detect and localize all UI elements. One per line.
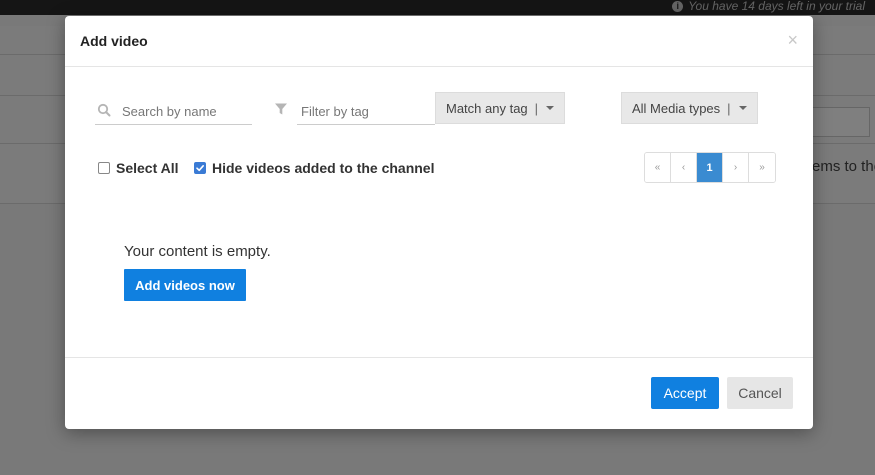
hide-added-option[interactable]: Hide videos added to the channel <box>194 160 434 176</box>
add-video-modal: Add video × Match any tag | All Media ty… <box>65 16 813 429</box>
check-icon <box>196 165 204 172</box>
search-icon <box>97 103 111 117</box>
dropdown-separator: | <box>727 100 731 116</box>
current-page-button[interactable]: 1 <box>697 153 723 182</box>
media-type-label: All Media types <box>632 100 721 116</box>
tag-filter-input[interactable] <box>301 100 431 122</box>
select-all-option[interactable]: Select All <box>98 160 179 176</box>
accept-button[interactable]: Accept <box>651 377 719 409</box>
search-box <box>95 99 252 125</box>
caret-down-icon <box>738 106 747 110</box>
dropdown-separator: | <box>534 100 539 116</box>
add-videos-now-button[interactable]: Add videos now <box>124 269 246 301</box>
match-tag-label: Match any tag <box>446 100 528 116</box>
close-icon[interactable]: × <box>787 30 798 50</box>
pagination: « ‹ 1 › » <box>644 152 776 183</box>
empty-message: Your content is empty. <box>124 243 271 260</box>
hide-added-label: Hide videos added to the channel <box>212 160 435 176</box>
caret-down-icon <box>546 106 555 110</box>
match-tag-dropdown[interactable]: Match any tag | <box>435 92 565 124</box>
tag-filter-box <box>270 99 435 125</box>
select-all-checkbox[interactable] <box>98 162 110 174</box>
first-page-button[interactable]: « <box>645 153 671 182</box>
modal-footer: Accept Cancel <box>65 357 813 429</box>
search-input[interactable] <box>122 100 250 122</box>
modal-header: Add video × <box>65 16 813 67</box>
hide-added-checkbox[interactable] <box>194 162 206 174</box>
tag-field <box>297 99 435 125</box>
next-page-button[interactable]: › <box>723 153 749 182</box>
select-all-label: Select All <box>116 160 179 176</box>
cancel-button[interactable]: Cancel <box>727 377 793 409</box>
media-type-dropdown[interactable]: All Media types | <box>621 92 758 124</box>
filter-icon <box>275 103 287 115</box>
prev-page-button[interactable]: ‹ <box>671 153 697 182</box>
last-page-button[interactable]: » <box>749 153 775 182</box>
modal-title: Add video <box>80 33 148 49</box>
